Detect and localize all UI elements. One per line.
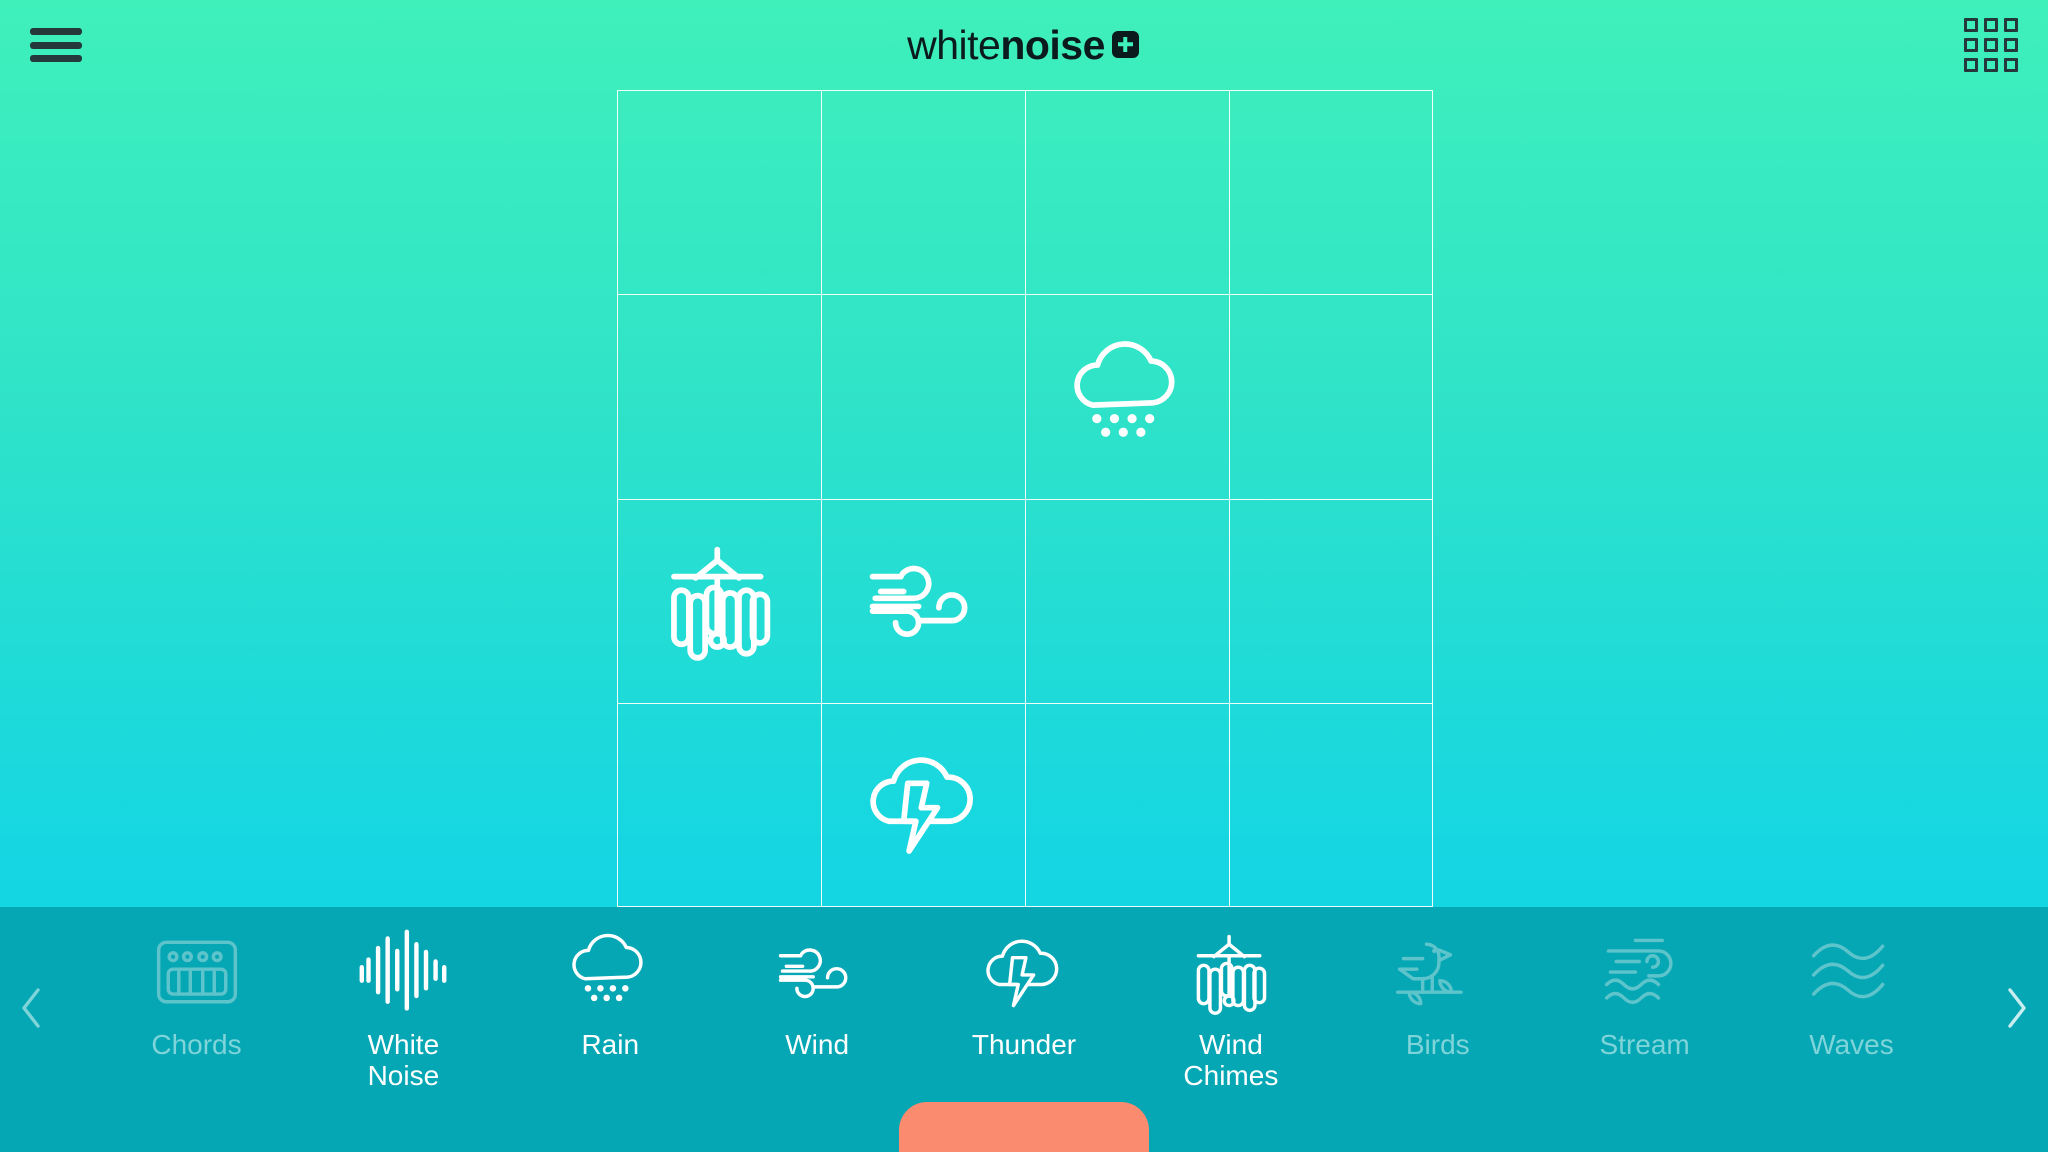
grid-cell-icon — [1984, 18, 1998, 32]
sound-item-rain[interactable]: Rain — [518, 927, 703, 1060]
drawer-handle[interactable] — [899, 1102, 1149, 1152]
mixer-cell-wind[interactable] — [821, 498, 1025, 703]
birds-icon — [1395, 942, 1463, 1006]
mixer-cell-empty[interactable] — [1025, 702, 1229, 907]
mixer-cell-empty[interactable] — [1229, 702, 1433, 907]
wind-icon — [778, 948, 848, 999]
mixer-cell-empty[interactable] — [1025, 498, 1229, 703]
thunder-icon — [869, 757, 973, 854]
app-logo: whitenoise — [907, 21, 1139, 68]
mixer-cell-empty[interactable] — [1025, 90, 1229, 295]
logo-word-light: white — [907, 21, 1001, 68]
sound-label: Thunder — [971, 1029, 1077, 1060]
grid-cell-icon — [1964, 38, 1978, 52]
thunder-icon — [986, 939, 1059, 1008]
mixer-cell-empty[interactable] — [1229, 90, 1433, 295]
wind-chimes-icon — [670, 546, 770, 661]
sound-item-waves[interactable]: Waves — [1759, 927, 1944, 1060]
sound-label: Wind Chimes — [1183, 1029, 1279, 1092]
sound-icon-chords — [151, 927, 243, 1019]
wind-icon — [869, 565, 967, 638]
sound-item-white-noise[interactable]: White Noise — [311, 927, 496, 1092]
grid-cell-icon — [2004, 58, 2018, 72]
grid-view-icon[interactable] — [1964, 18, 2018, 72]
wind-chimes-icon — [1196, 934, 1267, 1015]
sound-item-thunder[interactable]: Thunder — [932, 927, 1117, 1060]
sound-item-birds[interactable]: Birds — [1345, 927, 1530, 1060]
mixer-cell-empty[interactable] — [617, 90, 821, 295]
app-header: whitenoise — [0, 0, 2048, 90]
sound-list: Chords White Noise Rain Wind Thunder Win… — [64, 927, 1984, 1092]
sound-item-wind-chimes[interactable]: Wind Chimes — [1138, 927, 1323, 1092]
grid-cell-icon — [1984, 58, 1998, 72]
grid-cell-icon — [2004, 18, 2018, 32]
sound-label: Chords — [151, 1029, 242, 1060]
rain-icon — [572, 933, 643, 1002]
mixer-cell-thunder[interactable] — [821, 702, 1025, 907]
grid-cell-icon — [1984, 38, 1998, 52]
sound-icon-thunder — [978, 927, 1070, 1019]
grid-cell-icon — [1964, 58, 1978, 72]
sound-icon-birds — [1392, 927, 1484, 1019]
plus-badge-icon — [1111, 30, 1139, 58]
hamburger-bar — [30, 41, 82, 49]
logo-word-bold: noise — [1000, 21, 1105, 68]
grid-cell-icon — [1964, 18, 1978, 32]
mixer-cell-empty[interactable] — [1229, 294, 1433, 499]
chevron-left-icon[interactable] — [8, 985, 54, 1031]
sound-icon-waves — [1806, 927, 1898, 1019]
mixer-cell-empty[interactable] — [1229, 498, 1433, 703]
mixer-cell-empty[interactable] — [821, 90, 1025, 295]
sound-icon-rain — [564, 927, 656, 1019]
sound-label: Wind — [785, 1029, 850, 1060]
sound-label: Stream — [1599, 1029, 1690, 1060]
mixer-cell-wind-chimes[interactable] — [617, 498, 821, 703]
sound-label: Waves — [1809, 1029, 1894, 1060]
sound-label: White Noise — [367, 1029, 440, 1092]
sound-label: Birds — [1405, 1029, 1470, 1060]
mixer-cell-empty[interactable] — [617, 294, 821, 499]
chevron-right-icon[interactable] — [1994, 985, 2040, 1031]
hamburger-menu-icon[interactable] — [30, 25, 82, 65]
chords-icon — [156, 940, 237, 1004]
sound-icon-wind-chimes — [1185, 927, 1277, 1019]
sound-icon-wind — [771, 927, 863, 1019]
sound-label: Rain — [581, 1029, 640, 1060]
white-noise-icon — [359, 929, 447, 1011]
grid-cell-icon — [2004, 38, 2018, 52]
rain-icon — [1073, 341, 1175, 437]
sound-item-stream[interactable]: Stream — [1552, 927, 1737, 1060]
mixer-cell-empty[interactable] — [617, 702, 821, 907]
stream-icon — [1604, 938, 1673, 1004]
sound-icon-stream — [1599, 927, 1691, 1019]
waves-icon — [1811, 943, 1884, 999]
sound-mixer-grid[interactable] — [617, 90, 1433, 907]
sound-item-chords[interactable]: Chords — [104, 927, 289, 1060]
sound-icon-white-noise — [357, 927, 449, 1019]
mixer-cell-empty[interactable] — [821, 294, 1025, 499]
mixer-cell-rain[interactable] — [1025, 294, 1229, 499]
app-logo-text: whitenoise — [907, 21, 1105, 68]
sound-item-wind[interactable]: Wind — [725, 927, 910, 1060]
hamburger-bar — [30, 28, 82, 35]
hamburger-bar — [30, 55, 82, 62]
